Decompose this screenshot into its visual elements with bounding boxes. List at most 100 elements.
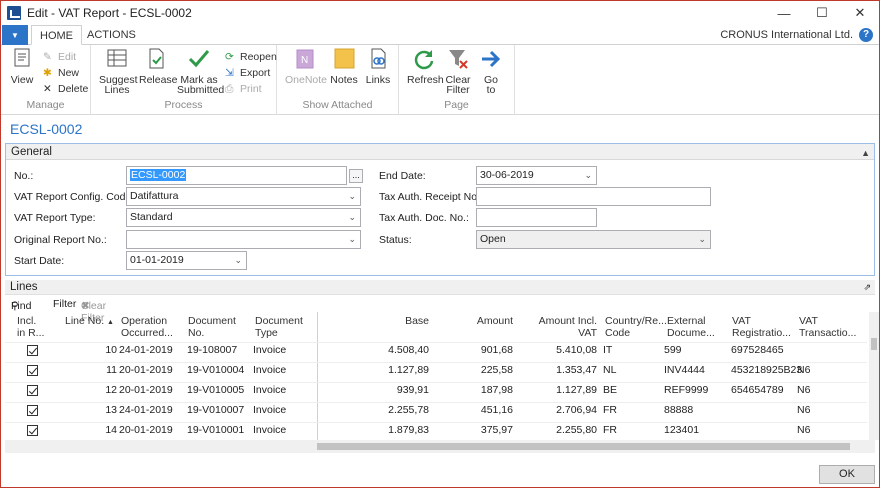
col-external-doc[interactable]: External Docume... bbox=[667, 315, 715, 339]
cell-country[interactable]: FR bbox=[603, 404, 617, 416]
cell-vattr[interactable]: N6 bbox=[797, 384, 810, 396]
cell-line[interactable]: 10 bbox=[95, 344, 117, 356]
cell-ext[interactable]: 88888 bbox=[664, 404, 693, 416]
cell-doc[interactable]: 19-V010001 bbox=[187, 424, 244, 436]
print-button[interactable]: ⎙ Print bbox=[225, 81, 262, 96]
cell-vattr[interactable]: N6 bbox=[797, 364, 810, 376]
collapse-icon[interactable]: ▲ bbox=[861, 145, 870, 161]
go-to-button[interactable]: Go to bbox=[477, 48, 505, 95]
links-button[interactable]: Links bbox=[363, 48, 393, 85]
cell-amount_vat[interactable]: 2.255,80 bbox=[539, 424, 597, 436]
scrollbar-thumb[interactable] bbox=[317, 443, 850, 450]
vertical-scrollbar[interactable] bbox=[869, 312, 879, 440]
cell-ext[interactable]: 599 bbox=[664, 344, 682, 356]
col-operation-date[interactable]: Operation Occurred... bbox=[121, 315, 173, 339]
cell-date[interactable]: 20-01-2019 bbox=[119, 424, 173, 436]
cell-amount[interactable]: 901,68 bbox=[465, 344, 513, 356]
receipt-no-field[interactable] bbox=[476, 187, 711, 206]
new-button[interactable]: ✱ New bbox=[43, 65, 79, 80]
tab-actions[interactable]: ACTIONS bbox=[79, 25, 144, 45]
cell-date[interactable]: 24-01-2019 bbox=[119, 404, 173, 416]
cell-vatreg[interactable]: 654654789 bbox=[731, 384, 784, 396]
include-checkbox[interactable] bbox=[27, 405, 38, 416]
export-button[interactable]: ⇲ Export bbox=[225, 65, 270, 80]
cell-amount_vat[interactable]: 2.706,94 bbox=[539, 404, 597, 416]
delete-button[interactable]: ✕ Delete bbox=[43, 81, 88, 96]
doc-no-field[interactable] bbox=[476, 208, 597, 227]
cell-amount[interactable]: 187,98 bbox=[465, 384, 513, 396]
horizontal-scrollbar[interactable] bbox=[5, 440, 875, 453]
assist-edit-button[interactable]: ... bbox=[349, 169, 363, 183]
cell-amount[interactable]: 375,97 bbox=[465, 424, 513, 436]
cell-date[interactable]: 20-01-2019 bbox=[119, 364, 173, 376]
minimize-button[interactable]: — bbox=[765, 1, 803, 25]
cell-ext[interactable]: INV4444 bbox=[664, 364, 705, 376]
cell-vatreg[interactable]: 697528465 bbox=[731, 344, 784, 356]
release-button[interactable]: Release bbox=[139, 48, 178, 85]
lines-header[interactable]: Lines ⇗ bbox=[5, 280, 875, 295]
cell-amount[interactable]: 451,16 bbox=[465, 404, 513, 416]
app-menu-button[interactable]: ▼ bbox=[2, 25, 28, 45]
cell-type[interactable]: Invoice bbox=[253, 364, 286, 376]
edit-button[interactable]: ✎ Edit bbox=[43, 49, 76, 64]
cell-amount_vat[interactable]: 5.410,08 bbox=[539, 344, 597, 356]
mark-as-submitted-button[interactable]: Mark as Submitted bbox=[177, 48, 224, 95]
col-document-type[interactable]: Document Type bbox=[255, 315, 303, 339]
col-line-no[interactable]: Line No. ▲ bbox=[65, 315, 114, 329]
cell-country[interactable]: IT bbox=[603, 344, 612, 356]
clear-filter-button[interactable]: Clear Filter bbox=[443, 48, 473, 95]
report-type-field[interactable]: Standard ⌄ bbox=[126, 208, 361, 227]
reopen-button[interactable]: ⟳ Reopen bbox=[225, 49, 277, 64]
include-checkbox[interactable] bbox=[27, 365, 38, 376]
cell-ext[interactable]: 123401 bbox=[664, 424, 699, 436]
notes-button[interactable]: Notes bbox=[329, 48, 359, 85]
cell-amount[interactable]: 225,58 bbox=[465, 364, 513, 376]
col-country[interactable]: Country/Re... Code bbox=[605, 315, 667, 339]
view-button[interactable]: View bbox=[7, 48, 37, 85]
cell-amount_vat[interactable]: 1.353,47 bbox=[539, 364, 597, 376]
cell-doc[interactable]: 19-V010004 bbox=[187, 364, 244, 376]
col-vat-registration[interactable]: VAT Registratio... bbox=[732, 315, 791, 339]
cell-country[interactable]: NL bbox=[603, 364, 616, 376]
help-icon[interactable]: ? bbox=[859, 28, 873, 42]
expand-icon[interactable]: ⇗ bbox=[863, 280, 871, 295]
cell-doc[interactable]: 19-108007 bbox=[187, 344, 237, 356]
cell-line[interactable]: 11 bbox=[95, 364, 117, 376]
original-report-field[interactable]: ⌄ bbox=[126, 230, 361, 249]
col-vat-transaction[interactable]: VAT Transactio... bbox=[799, 315, 856, 339]
cell-doc[interactable]: 19-V010007 bbox=[187, 404, 244, 416]
cell-ext[interactable]: REF9999 bbox=[664, 384, 708, 396]
col-base[interactable]: Base bbox=[385, 315, 429, 327]
general-header[interactable]: General ▲ bbox=[6, 144, 874, 160]
cell-type[interactable]: Invoice bbox=[253, 424, 286, 436]
status-field[interactable]: Open ⌄ bbox=[476, 230, 711, 249]
end-date-field[interactable]: 30-06-2019 ⌄ bbox=[476, 166, 597, 185]
maximize-button[interactable]: ☐ bbox=[803, 1, 841, 25]
col-amount[interactable]: Amount bbox=[465, 315, 513, 327]
start-date-field[interactable]: 01-01-2019 ⌄ bbox=[126, 251, 247, 270]
cell-date[interactable]: 20-01-2019 bbox=[119, 384, 173, 396]
cell-type[interactable]: Invoice bbox=[253, 384, 286, 396]
onenote-button[interactable]: N OneNote bbox=[285, 48, 327, 85]
col-document-no[interactable]: Document No. bbox=[188, 315, 236, 339]
cell-base[interactable]: 1.879,83 bbox=[377, 424, 429, 436]
cell-base[interactable]: 1.127,89 bbox=[377, 364, 429, 376]
include-checkbox[interactable] bbox=[27, 345, 38, 356]
config-code-field[interactable]: Datifattura ⌄ bbox=[126, 187, 361, 206]
cell-date[interactable]: 24-01-2019 bbox=[119, 344, 173, 356]
filter-button[interactable]: Filter bbox=[53, 298, 76, 310]
no-field[interactable]: ECSL-0002 bbox=[126, 166, 347, 185]
include-checkbox[interactable] bbox=[27, 425, 38, 436]
cell-type[interactable]: Invoice bbox=[253, 344, 286, 356]
col-amount-incl-vat[interactable]: Amount Incl. VAT bbox=[519, 315, 597, 339]
cell-country[interactable]: FR bbox=[603, 424, 617, 436]
refresh-button[interactable]: Refresh bbox=[407, 48, 444, 85]
cell-vattr[interactable]: N6 bbox=[797, 424, 810, 436]
ok-button[interactable]: OK bbox=[819, 465, 875, 484]
cell-doc[interactable]: 19-V010005 bbox=[187, 384, 244, 396]
suggest-lines-button[interactable]: Suggest Lines bbox=[99, 48, 138, 95]
cell-line[interactable]: 14 bbox=[95, 424, 117, 436]
cell-base[interactable]: 2.255,78 bbox=[377, 404, 429, 416]
cell-country[interactable]: BE bbox=[603, 384, 617, 396]
close-button[interactable]: ✕ bbox=[841, 1, 879, 25]
